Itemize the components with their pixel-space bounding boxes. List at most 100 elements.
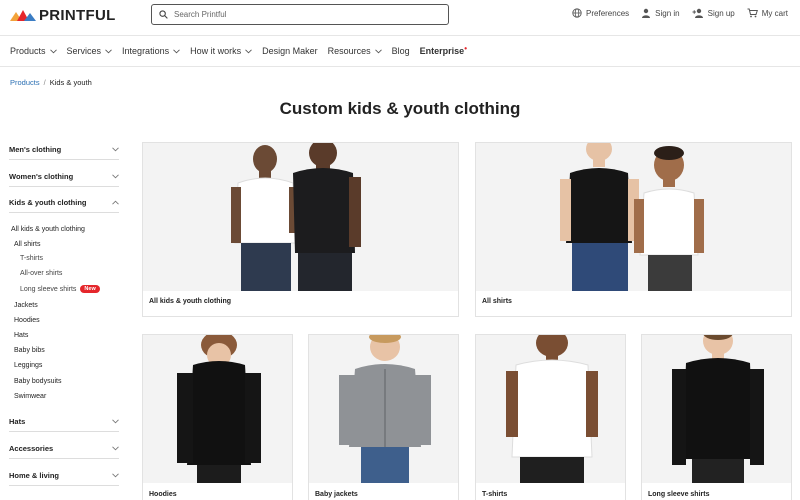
sign-up-link[interactable]: Sign up [692, 8, 735, 18]
card-photo [143, 335, 292, 483]
nav-design-maker[interactable]: Design Maker [262, 46, 318, 56]
enterprise-marker: • [464, 43, 468, 53]
breadcrumb: Products / Kids & youth [10, 78, 92, 87]
user-icon [642, 8, 651, 18]
main-nav: Products Services Integrations How it wo… [0, 35, 800, 67]
chevron-down-icon [173, 48, 180, 53]
sidebar-sub-hats[interactable]: Hats [14, 332, 28, 339]
card-photo [642, 335, 791, 483]
sidebar-item-kids-youth-clothing[interactable]: Kids & youth clothing [9, 193, 119, 213]
category-card-long-sleeve[interactable]: Long sleeve shirts [641, 334, 792, 500]
chevron-down-icon [105, 48, 112, 53]
category-card-all-shirts[interactable]: All shirts [475, 142, 792, 317]
sidebar-sub-long-sleeve[interactable]: Long sleeve shirts New [20, 285, 100, 293]
sidebar-item-label: Kids & youth clothing [9, 198, 87, 207]
chevron-down-icon [112, 446, 119, 451]
card-photo [309, 335, 458, 483]
sidebar-item-label: Men's clothing [9, 145, 62, 154]
jacket-photo-image [309, 335, 458, 483]
page-title: Custom kids & youth clothing [279, 99, 521, 118]
sidebar-item-mens-clothing[interactable]: Men's clothing [9, 140, 119, 160]
add-user-icon [692, 8, 703, 18]
preferences-link[interactable]: Preferences [572, 8, 629, 18]
card-label: All shirts [482, 298, 512, 305]
sign-in-link[interactable]: Sign in [641, 8, 680, 18]
nav-integrations[interactable]: Integrations [122, 46, 180, 56]
sign-in-label: Sign in [655, 8, 680, 18]
nav-products-label: Products [10, 46, 46, 56]
tshirt-photo-image [476, 335, 625, 483]
cart-link[interactable]: My cart [747, 8, 788, 18]
sidebar-item-accessories[interactable]: Accessories [9, 439, 119, 459]
sidebar-sub-leggings[interactable]: Leggings [14, 362, 42, 369]
chevron-down-icon [374, 48, 382, 53]
card-label: All kids & youth clothing [149, 298, 232, 305]
sidebar-sub-jackets[interactable]: Jackets [14, 302, 38, 309]
search-input[interactable] [174, 10, 424, 19]
category-card-tshirts[interactable]: T-shirts [475, 334, 626, 500]
sidebar-sub-baby-bodysuits[interactable]: Baby bodysuits [14, 378, 61, 385]
sidebar-item-hats[interactable]: Hats [9, 412, 119, 432]
nav-resources[interactable]: Resources [328, 46, 382, 56]
top-bar: PRINTFUL Preferences Sign in [0, 0, 800, 34]
nav-services-label: Services [66, 46, 102, 56]
sidebar-item-label: Hats [9, 417, 26, 426]
printful-logo[interactable]: PRINTFUL [10, 6, 116, 24]
chevron-down-icon [112, 174, 119, 179]
category-card-baby-jackets[interactable]: Baby jackets [308, 334, 459, 500]
category-card-hoodies[interactable]: Hoodies [142, 334, 293, 500]
chevron-up-icon [112, 200, 119, 205]
printful-logo-icon [10, 10, 36, 21]
search-icon [159, 10, 168, 19]
nav-how-it-works-label: How it works [190, 46, 242, 56]
sidebar-sub-baby-bibs[interactable]: Baby bibs [14, 347, 45, 354]
chevron-down-icon [112, 473, 119, 478]
sidebar-item-label: Accessories [9, 444, 54, 453]
card-label: Long sleeve shirts [648, 491, 710, 498]
cart-label: My cart [761, 8, 788, 18]
search-box[interactable] [151, 4, 449, 25]
sidebar-sub-hoodies[interactable]: Hoodies [14, 317, 40, 324]
nav-how-it-works[interactable]: How it works [190, 46, 252, 56]
sidebar-sub-long-sleeve-label: Long sleeve shirts [20, 285, 77, 293]
sidebar-sub-allover-shirts[interactable]: All-over shirts [20, 270, 62, 277]
nav-integrations-label: Integrations [122, 46, 170, 56]
category-card-all-kids[interactable]: All kids & youth clothing [142, 142, 459, 317]
new-badge: New [80, 285, 100, 293]
logo-text: PRINTFUL [39, 6, 116, 24]
nav-blog[interactable]: Blog [392, 46, 410, 56]
sidebar-item-home-living[interactable]: Home & living [9, 466, 119, 486]
chevron-down-icon [245, 48, 252, 53]
globe-icon [572, 8, 582, 18]
nav-resources-label: Resources [327, 46, 371, 56]
sidebar-item-womens-clothing[interactable]: Women's clothing [9, 167, 119, 187]
kids-photo-image [143, 143, 458, 291]
card-label: Baby jackets [315, 491, 358, 498]
nav-design-maker-label: Design Maker [262, 46, 318, 56]
breadcrumb-separator: / [43, 78, 46, 87]
nav-enterprise-label: Enterprise [419, 46, 465, 56]
chevron-down-icon [112, 147, 119, 152]
nav-blog-label: Blog [391, 46, 410, 56]
long-sleeve-photo-image [642, 335, 791, 483]
sidebar-sub-all-kids[interactable]: All kids & youth clothing [11, 226, 85, 233]
sidebar-sub-swimwear[interactable]: Swimwear [14, 393, 46, 400]
nav-services[interactable]: Services [67, 46, 113, 56]
hoodie-photo-image [143, 335, 292, 483]
card-label: Hoodies [149, 491, 177, 498]
shirts-photo-image [476, 143, 791, 291]
sign-up-label: Sign up [707, 8, 735, 18]
preferences-label: Preferences [586, 8, 630, 18]
sidebar-item-label: Women's clothing [9, 172, 74, 181]
nav-products[interactable]: Products [10, 46, 57, 56]
card-label: T-shirts [482, 491, 508, 498]
sidebar-sub-tshirts[interactable]: T-shirts [20, 255, 43, 262]
sidebar-sub-all-shirts[interactable]: All shirts [14, 241, 40, 248]
card-photo [143, 143, 458, 291]
breadcrumb-current: Kids & youth [49, 78, 92, 87]
chevron-down-icon [112, 419, 119, 424]
breadcrumb-products[interactable]: Products [10, 78, 40, 87]
card-photo [476, 335, 625, 483]
top-links: Preferences Sign in Sign up My cart [560, 8, 788, 18]
nav-enterprise[interactable]: Enterprise • [419, 43, 468, 57]
